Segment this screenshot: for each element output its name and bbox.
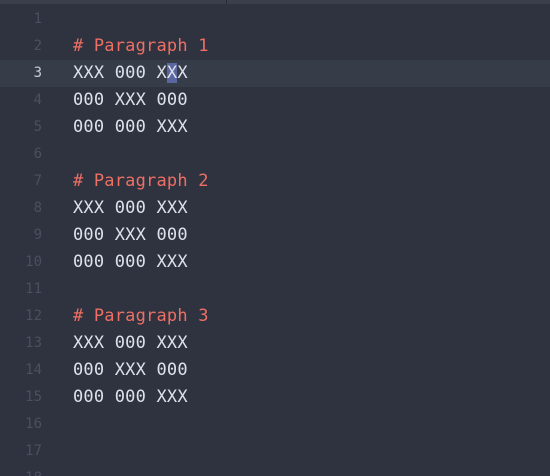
code-editor[interactable]: 1 2 # Paragraph 1 3 XXX 000 XXX 4 000 XX… (0, 0, 550, 476)
line-text[interactable]: XXX 000 XXX (73, 330, 188, 357)
line-number: 11 (25, 281, 42, 297)
editor-top-border (0, 0, 550, 4)
markdown-heading[interactable]: # Paragraph 2 (73, 168, 209, 195)
line-text[interactable]: 000 XXX 000 (73, 222, 188, 249)
markdown-heading[interactable]: # Paragraph 1 (73, 33, 209, 60)
editor-line[interactable]: 12 # Paragraph 3 (0, 303, 550, 330)
editor-line[interactable]: 15 000 000 XXX (0, 384, 550, 411)
line-number: 9 (33, 227, 42, 243)
markdown-heading[interactable]: # Paragraph 3 (73, 303, 209, 330)
editor-line[interactable]: 2 # Paragraph 1 (0, 33, 550, 60)
line-text[interactable]: 000 000 XXX (73, 114, 188, 141)
editor-line[interactable]: 18 (0, 465, 550, 476)
editor-line[interactable]: 1 (0, 6, 550, 33)
line-number: 4 (33, 92, 42, 108)
editor-line[interactable]: 11 (0, 276, 550, 303)
line-number: 1 (33, 11, 42, 27)
editor-line[interactable]: 8 XXX 000 XXX (0, 195, 550, 222)
text-after-selection: X (177, 63, 188, 83)
text-selection[interactable]: X (166, 63, 178, 83)
line-text[interactable]: 000 XXX 000 (73, 357, 188, 384)
line-number: 18 (0, 465, 42, 476)
line-number: 10 (25, 254, 42, 270)
line-number-active: 3 (33, 65, 42, 81)
line-number: 6 (33, 146, 42, 162)
line-number: 2 (33, 38, 42, 54)
line-number: 12 (25, 308, 42, 324)
editor-line[interactable]: 4 000 XXX 000 (0, 87, 550, 114)
line-text[interactable]: 000 000 XXX (73, 249, 188, 276)
line-number: 15 (25, 389, 42, 405)
editor-lines[interactable]: 1 2 # Paragraph 1 3 XXX 000 XXX 4 000 XX… (0, 6, 550, 476)
editor-line[interactable]: 17 (0, 438, 550, 465)
line-number: 8 (33, 200, 42, 216)
line-number: 16 (25, 416, 42, 432)
editor-line[interactable]: 9 000 XXX 000 (0, 222, 550, 249)
editor-line-active[interactable]: 3 XXX 000 XXX (0, 60, 550, 87)
line-number: 7 (33, 173, 42, 189)
line-text[interactable]: XXX 000 XXX (73, 60, 188, 87)
text-before-selection: XXX 000 X (73, 63, 167, 83)
line-number: 13 (25, 335, 42, 351)
line-number: 5 (33, 119, 42, 135)
line-text[interactable]: XXX 000 XXX (73, 195, 188, 222)
editor-line[interactable]: 13 XXX 000 XXX (0, 330, 550, 357)
line-text[interactable]: 000 000 XXX (73, 384, 188, 411)
line-text[interactable]: 000 XXX 000 (73, 87, 188, 114)
line-number: 17 (25, 443, 42, 459)
editor-line[interactable]: 6 (0, 141, 550, 168)
editor-line[interactable]: 7 # Paragraph 2 (0, 168, 550, 195)
editor-line[interactable]: 16 (0, 411, 550, 438)
tab-divider (226, 0, 227, 4)
line-number: 14 (25, 362, 42, 378)
editor-line[interactable]: 10 000 000 XXX (0, 249, 550, 276)
editor-line[interactable]: 5 000 000 XXX (0, 114, 550, 141)
editor-line[interactable]: 14 000 XXX 000 (0, 357, 550, 384)
